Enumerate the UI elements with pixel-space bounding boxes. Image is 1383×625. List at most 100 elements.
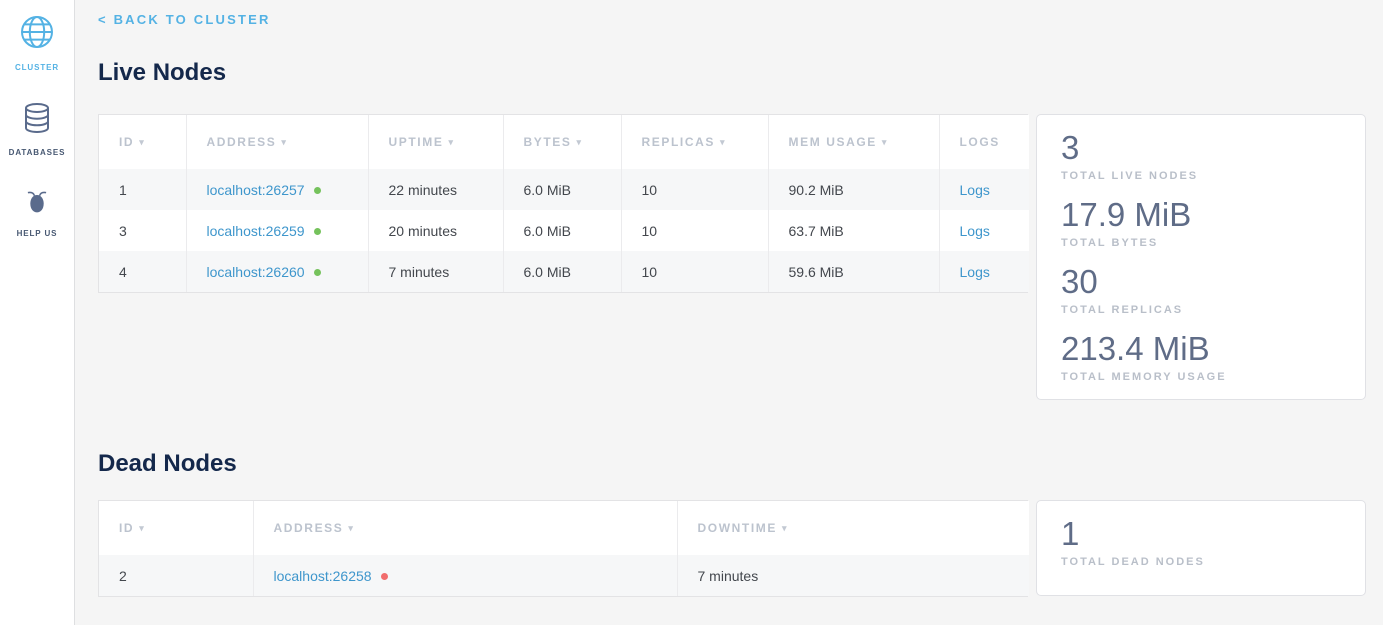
stat-label: TOTAL MEMORY USAGE bbox=[1061, 369, 1341, 385]
sort-arrow-icon: ▾ bbox=[882, 137, 888, 147]
column-header-uptime[interactable]: UPTIME▾ bbox=[368, 115, 503, 169]
cell-node-downtime: 7 minutes bbox=[677, 555, 1029, 596]
table-row: 3 localhost:26259 20 minutes 6.0 MiB 10 … bbox=[99, 210, 1029, 251]
sidebar-item-help-us[interactable]: HELP US bbox=[17, 185, 58, 238]
stat-label: TOTAL REPLICAS bbox=[1061, 302, 1341, 318]
back-link-label: BACK TO CLUSTER bbox=[114, 12, 271, 27]
node-address-link[interactable]: localhost:26257 bbox=[207, 182, 305, 198]
live-nodes-table: ID▾ ADDRESS▾ UPTIME▾ BYTES▾ REPLICAS▾ ME… bbox=[99, 115, 1029, 292]
node-status-dot bbox=[381, 573, 388, 580]
main-content: < BACK TO CLUSTER Live Nodes ID▾ ADDRESS▾… bbox=[75, 0, 1383, 625]
cockroach-icon bbox=[21, 185, 53, 222]
cell-node-replicas: 10 bbox=[621, 210, 768, 251]
sort-arrow-icon: ▾ bbox=[577, 137, 583, 147]
cell-node-uptime: 20 minutes bbox=[368, 210, 503, 251]
stat-total-replicas: 30 TOTAL REPLICAS bbox=[1061, 262, 1341, 318]
node-address-link[interactable]: localhost:26260 bbox=[207, 264, 305, 280]
sort-arrow-icon: ▾ bbox=[348, 523, 354, 533]
stat-value: 3 bbox=[1061, 128, 1341, 168]
dead-nodes-header-row: ID▾ ADDRESS▾ DOWNTIME▾ bbox=[99, 501, 1029, 555]
cell-node-mem-usage: 59.6 MiB bbox=[768, 251, 939, 292]
column-header-id[interactable]: ID▾ bbox=[99, 501, 253, 555]
sort-arrow-icon: ▾ bbox=[281, 137, 287, 147]
stat-total-bytes: 17.9 MiB TOTAL BYTES bbox=[1061, 195, 1341, 251]
stat-label: TOTAL BYTES bbox=[1061, 235, 1341, 251]
cell-node-id: 3 bbox=[99, 210, 186, 251]
node-status-dot bbox=[314, 269, 321, 276]
cell-node-bytes: 6.0 MiB bbox=[503, 169, 621, 210]
column-header-mem-usage[interactable]: MEM USAGE▾ bbox=[768, 115, 939, 169]
dead-nodes-section: ID▾ ADDRESS▾ DOWNTIME▾ 2 localhost:26258… bbox=[98, 500, 1366, 597]
cell-node-uptime: 7 minutes bbox=[368, 251, 503, 292]
cell-node-logs: Logs bbox=[939, 169, 1029, 210]
node-status-dot bbox=[314, 187, 321, 194]
sort-arrow-icon: ▾ bbox=[139, 523, 145, 533]
cell-node-address: localhost:26258 bbox=[253, 555, 677, 596]
sort-arrow-icon: ▾ bbox=[720, 137, 726, 147]
dead-nodes-summary-card: 1 TOTAL DEAD NODES bbox=[1036, 500, 1366, 596]
cell-node-address: localhost:26260 bbox=[186, 251, 368, 292]
databases-icon bbox=[19, 100, 55, 141]
sidebar-item-label: DATABASES bbox=[9, 148, 66, 157]
stat-value: 17.9 MiB bbox=[1061, 195, 1341, 235]
column-header-replicas[interactable]: REPLICAS▾ bbox=[621, 115, 768, 169]
sidebar-item-cluster[interactable]: CLUSTER bbox=[15, 13, 59, 72]
stat-value: 1 bbox=[1061, 514, 1341, 554]
stat-total-dead-nodes: 1 TOTAL DEAD NODES bbox=[1061, 514, 1341, 570]
sort-arrow-icon: ▾ bbox=[448, 137, 454, 147]
live-nodes-section: ID▾ ADDRESS▾ UPTIME▾ BYTES▾ REPLICAS▾ ME… bbox=[98, 114, 1366, 400]
logs-link[interactable]: Logs bbox=[960, 264, 990, 280]
table-row: 1 localhost:26257 22 minutes 6.0 MiB 10 … bbox=[99, 169, 1029, 210]
sidebar-item-label: CLUSTER bbox=[15, 63, 59, 72]
logs-link[interactable]: Logs bbox=[960, 223, 990, 239]
globe-icon bbox=[18, 13, 56, 56]
back-to-cluster-link[interactable]: < BACK TO CLUSTER bbox=[98, 12, 271, 28]
column-header-downtime[interactable]: DOWNTIME▾ bbox=[677, 501, 1029, 555]
node-status-dot bbox=[314, 228, 321, 235]
live-nodes-header-row: ID▾ ADDRESS▾ UPTIME▾ BYTES▾ REPLICAS▾ ME… bbox=[99, 115, 1029, 169]
cell-node-logs: Logs bbox=[939, 210, 1029, 251]
cell-node-uptime: 22 minutes bbox=[368, 169, 503, 210]
column-header-logs: LOGS bbox=[939, 115, 1029, 169]
stat-total-memory-usage: 213.4 MiB TOTAL MEMORY USAGE bbox=[1061, 329, 1341, 385]
cell-node-id: 4 bbox=[99, 251, 186, 292]
table-row: 2 localhost:26258 7 minutes bbox=[99, 555, 1029, 596]
stat-value: 30 bbox=[1061, 262, 1341, 302]
cell-node-bytes: 6.0 MiB bbox=[503, 210, 621, 251]
node-address-link[interactable]: localhost:26259 bbox=[207, 223, 305, 239]
sidebar-item-label: HELP US bbox=[17, 229, 58, 238]
live-nodes-title: Live Nodes bbox=[98, 59, 1366, 87]
cell-node-bytes: 6.0 MiB bbox=[503, 251, 621, 292]
logs-link[interactable]: Logs bbox=[960, 182, 990, 198]
cell-node-id: 1 bbox=[99, 169, 186, 210]
cell-node-replicas: 10 bbox=[621, 169, 768, 210]
column-header-address[interactable]: ADDRESS▾ bbox=[253, 501, 677, 555]
live-nodes-summary-card: 3 TOTAL LIVE NODES 17.9 MiB TOTAL BYTES … bbox=[1036, 114, 1366, 400]
cell-node-id: 2 bbox=[99, 555, 253, 596]
column-header-address[interactable]: ADDRESS▾ bbox=[186, 115, 368, 169]
sort-arrow-icon: ▾ bbox=[782, 523, 788, 533]
node-address-link[interactable]: localhost:26258 bbox=[274, 568, 372, 584]
cell-node-mem-usage: 90.2 MiB bbox=[768, 169, 939, 210]
sidebar-item-databases[interactable]: DATABASES bbox=[9, 100, 66, 157]
column-header-id[interactable]: ID▾ bbox=[99, 115, 186, 169]
cell-node-address: localhost:26257 bbox=[186, 169, 368, 210]
dead-nodes-table-card: ID▾ ADDRESS▾ DOWNTIME▾ 2 localhost:26258… bbox=[98, 500, 1028, 597]
live-nodes-table-card: ID▾ ADDRESS▾ UPTIME▾ BYTES▾ REPLICAS▾ ME… bbox=[98, 114, 1028, 293]
sidebar: CLUSTER DATABASES HELP US bbox=[0, 0, 75, 625]
sort-arrow-icon: ▾ bbox=[139, 137, 145, 147]
stat-value: 213.4 MiB bbox=[1061, 329, 1341, 369]
stat-label: TOTAL DEAD NODES bbox=[1061, 554, 1341, 570]
cell-node-address: localhost:26259 bbox=[186, 210, 368, 251]
back-chevron-icon: < bbox=[98, 12, 106, 27]
app-window: CLUSTER DATABASES HELP US bbox=[0, 0, 1383, 625]
dead-nodes-table: ID▾ ADDRESS▾ DOWNTIME▾ 2 localhost:26258… bbox=[99, 501, 1029, 596]
table-row: 4 localhost:26260 7 minutes 6.0 MiB 10 5… bbox=[99, 251, 1029, 292]
cell-node-logs: Logs bbox=[939, 251, 1029, 292]
column-header-bytes[interactable]: BYTES▾ bbox=[503, 115, 621, 169]
cell-node-replicas: 10 bbox=[621, 251, 768, 292]
cell-node-mem-usage: 63.7 MiB bbox=[768, 210, 939, 251]
dead-nodes-title: Dead Nodes bbox=[98, 450, 1366, 478]
stat-total-live-nodes: 3 TOTAL LIVE NODES bbox=[1061, 128, 1341, 184]
stat-label: TOTAL LIVE NODES bbox=[1061, 168, 1341, 184]
